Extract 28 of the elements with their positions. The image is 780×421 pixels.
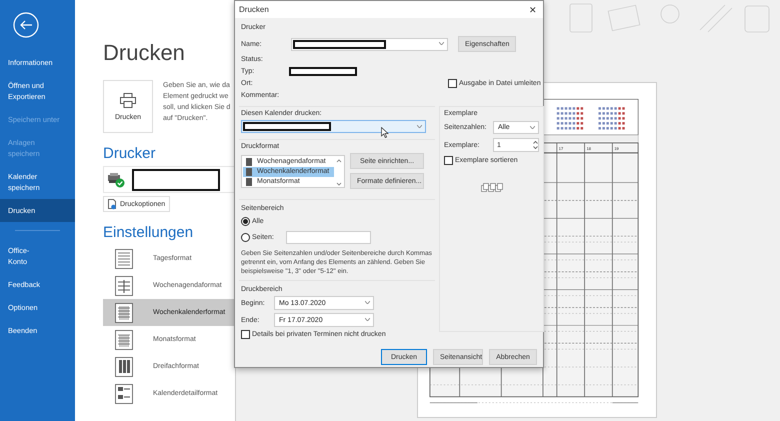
mouse-cursor-icon (381, 127, 389, 138)
printer-name-dropdown[interactable] (291, 38, 448, 50)
calendar-format-icon (115, 302, 133, 322)
chevron-down-icon (365, 318, 370, 321)
pages-input-field[interactable] (286, 231, 371, 244)
document-settings-icon (108, 198, 117, 210)
collate-icon (480, 183, 502, 192)
back-icon[interactable] (13, 12, 39, 38)
calendar-format-icon (115, 330, 133, 350)
chevron-down-icon (365, 301, 370, 304)
printer-ready-icon (107, 172, 127, 188)
scroll-arrows-icon (336, 158, 342, 186)
printer-selector[interactable] (103, 166, 235, 193)
section-heading: Einstellungen (103, 224, 194, 242)
calendar-format-icon (115, 384, 133, 404)
printer-icon (120, 92, 136, 108)
dialog-title: Drucken (239, 5, 269, 14)
redaction-box (289, 66, 357, 76)
calendar-format-icon (115, 356, 133, 376)
page-title: Drucken (103, 39, 185, 67)
chevron-down-icon (439, 42, 444, 45)
chevron-down-icon (530, 126, 535, 128)
close-button[interactable]: ✕ (529, 4, 537, 14)
section-heading: Drucker (103, 145, 156, 163)
spin-arrows-icon (533, 140, 538, 150)
calendar-format-icon (115, 248, 133, 268)
calendar-format-icon (115, 276, 133, 296)
chevron-down-icon (417, 124, 422, 128)
